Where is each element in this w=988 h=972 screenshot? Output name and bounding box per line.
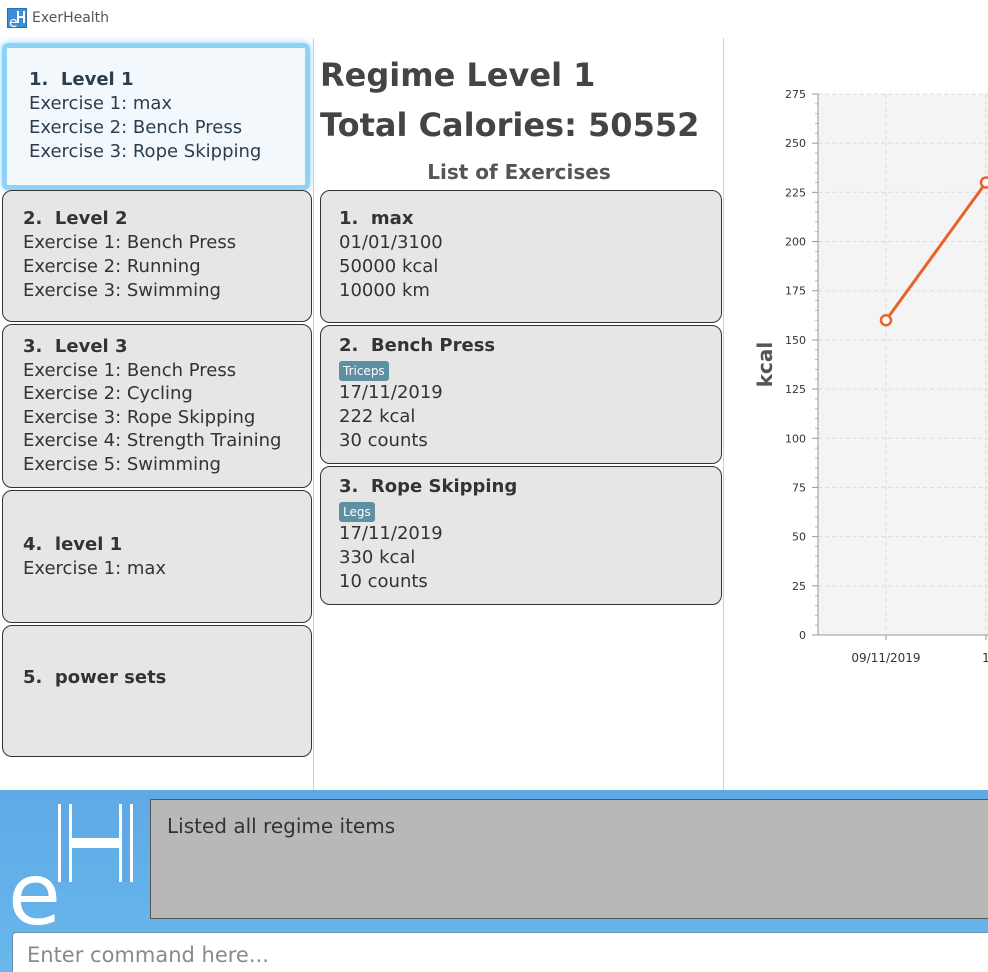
regime-exercise-item: Exercise 1: Bench Press (23, 359, 237, 381)
exercise-date: 01/01/3100 (339, 232, 443, 253)
data-point (879, 313, 893, 327)
regime-exercise-item: Exercise 2: Bench Press (29, 117, 243, 138)
regime-card-title: 5. power sets (23, 667, 167, 688)
svg-text:e: e (9, 15, 18, 29)
regime-exercise-item: Exercise 5: Swimming (23, 453, 221, 475)
regime-card-1[interactable]: 1. Level 1 Exercise 1: max Exercise 2: B… (2, 43, 310, 190)
result-display: Listed all regime items (150, 799, 988, 919)
regime-card-5[interactable]: 5. power sets (2, 625, 312, 757)
y-axis-label: kcal (753, 342, 777, 388)
exercise-quantity: 30 counts (339, 430, 428, 451)
exercise-date: 17/11/2019 (339, 523, 443, 544)
total-calories: Total Calories: 50552 (320, 106, 700, 144)
regime-card-4[interactable]: 4. level 1 Exercise 1: max (2, 490, 312, 623)
plot-area (818, 94, 988, 635)
y-tick-label: 275 (785, 88, 806, 101)
y-tick-label: 175 (785, 285, 806, 298)
data-point (979, 176, 988, 189)
regime-card-title: 4. level 1 (23, 534, 123, 555)
exercise-quantity: 10 counts (339, 571, 428, 592)
exercise-quantity: 10000 km (339, 280, 430, 301)
exercise-card-title: 3. Rope Skipping (339, 476, 518, 497)
muscle-tag: Triceps (339, 361, 389, 381)
exercise-card-2[interactable]: 2. Bench Press Triceps 17/11/2019 222 kc… (320, 325, 722, 464)
exercise-date: 17/11/2019 (339, 382, 443, 403)
y-tick-label: 200 (785, 236, 806, 249)
regime-exercise-item: Exercise 3: Rope Skipping (23, 406, 256, 428)
x-tick-label: 09/11/2019 (851, 651, 920, 665)
exerhealth-logo-icon: e (6, 796, 142, 945)
exercise-calories: 222 kcal (339, 406, 416, 427)
y-tick-label: 75 (792, 481, 806, 494)
regime-exercise-item: Exercise 4: Strength Training (23, 430, 282, 451)
regime-exercise-item: Exercise 2: Running (23, 256, 201, 277)
regime-exercise-item: Exercise 1: max (29, 93, 173, 114)
regime-card-title: 2. Level 2 (23, 208, 128, 229)
regime-list-panel: 1. Level 1 Exercise 1: max Exercise 2: B… (0, 38, 314, 790)
regime-card-title: 1. Level 1 (29, 69, 134, 90)
regime-exercise-item: Exercise 1: max (23, 558, 167, 579)
exercise-card-1[interactable]: 1. max 01/01/3100 50000 kcal 10000 km (320, 190, 722, 323)
exercise-calories: 50000 kcal (339, 256, 439, 277)
y-tick-label: 225 (785, 186, 806, 199)
regime-exercise-item: Exercise 3: Swimming (23, 280, 221, 301)
y-tick-label: 250 (785, 137, 806, 150)
title-bar: e ExerHealth (0, 0, 988, 38)
regime-title: Regime Level 1 (320, 56, 596, 94)
muscle-tag: Legs (339, 502, 375, 522)
x-tick-label: 1 (982, 651, 988, 665)
regime-card-title: 3. Level 3 (23, 336, 128, 357)
y-tick-label: 150 (785, 334, 806, 347)
calorie-line-chart: 0 25 50 75 100 125 150 175 200 225 250 275 kcal 09/11… (753, 88, 988, 665)
y-tick-label: 125 (785, 383, 806, 396)
command-area: e Listed all regime items Enter command … (0, 790, 988, 972)
exercise-card-title: 1. max (339, 208, 414, 229)
window-title: ExerHealth (32, 10, 110, 26)
regime-detail-panel: Regime Level 1 Total Calories: 50552 Lis… (314, 38, 724, 790)
regime-exercise-item: Exercise 3: Rope Skipping (29, 141, 262, 162)
regime-exercise-item: Exercise 2: Cycling (23, 383, 193, 404)
y-tick-label: 25 (792, 580, 806, 593)
y-tick-label: 100 (785, 432, 806, 445)
calorie-chart-panel: 0 25 50 75 100 125 150 175 200 225 250 275 kcal 09/11… (724, 38, 988, 790)
y-tick-label: 0 (799, 629, 806, 642)
command-input[interactable]: Enter command here... (12, 932, 988, 972)
exercise-card-title: 2. Bench Press (339, 335, 496, 356)
exercise-card-3[interactable]: 3. Rope Skipping Legs 17/11/2019 330 kca… (320, 466, 722, 605)
exercise-list-heading: List of Exercises (427, 160, 611, 184)
app-logo-icon: e (7, 8, 27, 29)
svg-text:e: e (8, 845, 61, 926)
exercise-calories: 330 kcal (339, 547, 416, 568)
regime-card-2[interactable]: 2. Level 2 Exercise 1: Bench Press Exerc… (2, 190, 312, 322)
y-tick-label: 50 (792, 531, 806, 544)
regime-exercise-item: Exercise 1: Bench Press (23, 232, 237, 253)
regime-card-3[interactable]: 3. Level 3 Exercise 1: Bench Press Exerc… (2, 324, 312, 488)
